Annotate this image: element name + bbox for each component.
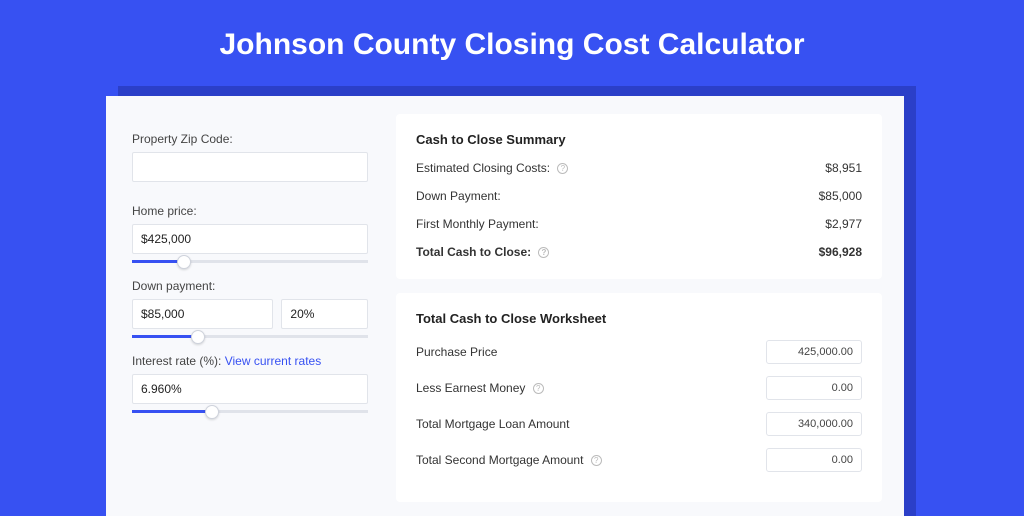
summary-total-label: Total Cash to Close: — [416, 245, 531, 259]
summary-row: Down Payment: $85,000 — [416, 189, 862, 203]
worksheet-value[interactable]: 425,000.00 — [766, 340, 862, 364]
down-payment-slider-fill — [132, 335, 198, 338]
down-payment-slider[interactable] — [132, 335, 368, 338]
worksheet-value[interactable]: 0.00 — [766, 448, 862, 472]
interest-input[interactable] — [132, 374, 368, 404]
worksheet-label: Purchase Price — [416, 345, 497, 359]
worksheet-row: Total Mortgage Loan Amount 340,000.00 — [416, 412, 862, 436]
home-price-input[interactable] — [132, 224, 368, 254]
worksheet-title: Total Cash to Close Worksheet — [416, 311, 862, 326]
interest-slider-thumb[interactable] — [205, 405, 219, 419]
page-title: Johnson County Closing Cost Calculator — [0, 0, 1024, 62]
down-payment-pct-input[interactable] — [281, 299, 368, 329]
worksheet-panel: Total Cash to Close Worksheet Purchase P… — [396, 293, 882, 502]
worksheet-label: Total Second Mortgage Amount — [416, 453, 583, 467]
inputs-column: Property Zip Code: Home price: Down paym… — [106, 96, 386, 516]
results-column: Cash to Close Summary Estimated Closing … — [386, 96, 904, 516]
worksheet-label: Less Earnest Money — [416, 381, 525, 395]
worksheet-label: Total Mortgage Loan Amount — [416, 417, 569, 431]
home-price-label: Home price: — [132, 204, 368, 218]
info-icon[interactable]: ? — [557, 163, 568, 174]
worksheet-value[interactable]: 0.00 — [766, 376, 862, 400]
down-payment-input[interactable] — [132, 299, 273, 329]
view-rates-link[interactable]: View current rates — [225, 354, 322, 368]
summary-label: Estimated Closing Costs: — [416, 161, 550, 175]
summary-value: $2,977 — [825, 217, 862, 231]
summary-row: First Monthly Payment: $2,977 — [416, 217, 862, 231]
summary-title: Cash to Close Summary — [416, 132, 862, 147]
summary-total-row: Total Cash to Close: ? $96,928 — [416, 245, 862, 259]
down-payment-slider-thumb[interactable] — [191, 330, 205, 344]
worksheet-value[interactable]: 340,000.00 — [766, 412, 862, 436]
worksheet-row: Total Second Mortgage Amount ? 0.00 — [416, 448, 862, 472]
summary-panel: Cash to Close Summary Estimated Closing … — [396, 114, 882, 279]
worksheet-row: Less Earnest Money ? 0.00 — [416, 376, 862, 400]
interest-slider[interactable] — [132, 410, 368, 413]
summary-value: $85,000 — [819, 189, 862, 203]
interest-slider-fill — [132, 410, 212, 413]
home-price-slider[interactable] — [132, 260, 368, 263]
summary-label: First Monthly Payment: — [416, 217, 539, 231]
home-price-slider-thumb[interactable] — [177, 255, 191, 269]
calculator-card: Property Zip Code: Home price: Down paym… — [106, 96, 904, 516]
zip-input[interactable] — [132, 152, 368, 182]
summary-row: Estimated Closing Costs: ? $8,951 — [416, 161, 862, 175]
info-icon[interactable]: ? — [591, 455, 602, 466]
interest-label-row: Interest rate (%): View current rates — [132, 354, 368, 368]
zip-label: Property Zip Code: — [132, 132, 368, 146]
summary-value: $8,951 — [825, 161, 862, 175]
down-payment-label: Down payment: — [132, 279, 368, 293]
interest-label: Interest rate (%): — [132, 354, 221, 368]
worksheet-row: Purchase Price 425,000.00 — [416, 340, 862, 364]
info-icon[interactable]: ? — [538, 247, 549, 258]
summary-total-value: $96,928 — [819, 245, 862, 259]
info-icon[interactable]: ? — [533, 383, 544, 394]
summary-label: Down Payment: — [416, 189, 501, 203]
